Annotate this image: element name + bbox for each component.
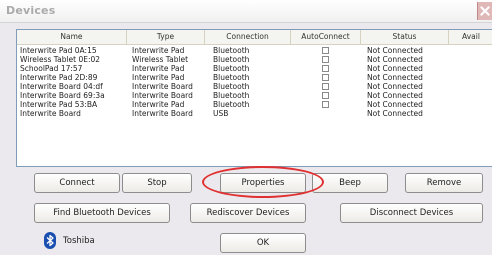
table-row[interactable]: Interwrite Board 04:df Interwrite Board … xyxy=(17,82,492,91)
device-connection: Bluetooth xyxy=(213,100,250,109)
column-header-avail[interactable]: Avail xyxy=(449,30,492,44)
device-status: Not Connected xyxy=(367,46,423,55)
device-status: Not Connected xyxy=(367,91,423,100)
remove-button[interactable]: Remove xyxy=(405,173,483,193)
stop-button[interactable]: Stop xyxy=(122,173,192,193)
autoconnect-checkbox[interactable] xyxy=(322,47,329,54)
beep-button[interactable]: Beep xyxy=(312,173,388,193)
device-list[interactable]: Name Type Connection AutoConnect Status … xyxy=(16,29,492,167)
disconnect-devices-button[interactable]: Disconnect Devices xyxy=(340,203,483,223)
device-connection: Bluetooth xyxy=(213,73,250,82)
autoconnect-checkbox[interactable] xyxy=(322,65,329,72)
device-name: Wireless Tablet 0E:02 xyxy=(20,55,101,64)
autoconnect-checkbox[interactable] xyxy=(322,101,329,108)
autoconnect-checkbox[interactable] xyxy=(322,74,329,81)
device-name: Interwrite Pad 2D:89 xyxy=(20,73,98,82)
window-title: Devices xyxy=(6,4,56,17)
device-connection: USB xyxy=(213,109,229,118)
device-type: Interwrite Pad xyxy=(132,100,185,109)
find-bluetooth-devices-button[interactable]: Find Bluetooth Devices xyxy=(34,203,170,223)
device-name: Interwrite Board xyxy=(20,109,81,118)
column-header-connection[interactable]: Connection xyxy=(205,30,291,44)
device-name: Interwrite Pad 53:BA xyxy=(20,100,98,109)
table-row[interactable]: Interwrite Board Interwrite Board USB No… xyxy=(17,109,492,118)
table-row[interactable]: SchoolPad 17:57 Interwrite Pad Bluetooth… xyxy=(17,64,492,73)
column-header-type[interactable]: Type xyxy=(127,30,205,44)
close-icon[interactable] xyxy=(477,2,492,20)
device-type: Interwrite Board xyxy=(132,91,193,100)
device-name: Interwrite Pad 0A:15 xyxy=(20,46,97,55)
device-status: Not Connected xyxy=(367,55,423,64)
column-header-name[interactable]: Name xyxy=(17,30,127,44)
device-connection: Bluetooth xyxy=(213,82,250,91)
bluetooth-stack-label: Toshiba xyxy=(63,236,95,246)
device-type: Interwrite Pad xyxy=(132,64,185,73)
device-connection: Bluetooth xyxy=(213,55,250,64)
column-header-autoconnect[interactable]: AutoConnect xyxy=(291,30,361,44)
table-row[interactable]: Interwrite Pad 2D:89 Interwrite Pad Blue… xyxy=(17,73,492,82)
device-type: Interwrite Board xyxy=(132,109,193,118)
autoconnect-checkbox[interactable] xyxy=(322,56,329,63)
table-row[interactable]: Interwrite Pad 0A:15 Interwrite Pad Blue… xyxy=(17,46,492,55)
device-type: Wireless Tablet xyxy=(132,55,189,64)
device-status: Not Connected xyxy=(367,82,423,91)
autoconnect-checkbox[interactable] xyxy=(322,83,329,90)
device-list-header: Name Type Connection AutoConnect Status … xyxy=(17,30,492,45)
device-type: Interwrite Pad xyxy=(132,73,185,82)
device-status: Not Connected xyxy=(367,109,423,118)
table-row[interactable]: Wireless Tablet 0E:02 Wireless Tablet Bl… xyxy=(17,55,492,64)
device-connection: Bluetooth xyxy=(213,46,250,55)
table-row[interactable]: Interwrite Board 69:3a Interwrite Board … xyxy=(17,91,492,100)
table-row[interactable]: Interwrite Pad 53:BA Interwrite Pad Blue… xyxy=(17,100,492,109)
device-connection: Bluetooth xyxy=(213,64,250,73)
device-status: Not Connected xyxy=(367,100,423,109)
device-type: Interwrite Pad xyxy=(132,46,185,55)
column-header-status[interactable]: Status xyxy=(361,30,449,44)
title-bar[interactable]: Devices xyxy=(0,0,492,23)
autoconnect-checkbox[interactable] xyxy=(322,92,329,99)
devices-dialog: Devices Name Type Connection AutoConnect… xyxy=(0,0,492,255)
rediscover-devices-button[interactable]: Rediscover Devices xyxy=(190,203,306,223)
connect-button[interactable]: Connect xyxy=(34,173,120,193)
bluetooth-icon xyxy=(44,232,56,249)
ok-button[interactable]: OK xyxy=(220,233,306,253)
device-name: SchoolPad 17:57 xyxy=(20,64,83,73)
device-status: Not Connected xyxy=(367,64,423,73)
properties-button[interactable]: Properties xyxy=(220,173,306,193)
device-type: Interwrite Board xyxy=(132,82,193,91)
device-status: Not Connected xyxy=(367,73,423,82)
device-name: Interwrite Board 69:3a xyxy=(20,91,105,100)
device-connection: Bluetooth xyxy=(213,91,250,100)
device-name: Interwrite Board 04:df xyxy=(20,82,103,91)
